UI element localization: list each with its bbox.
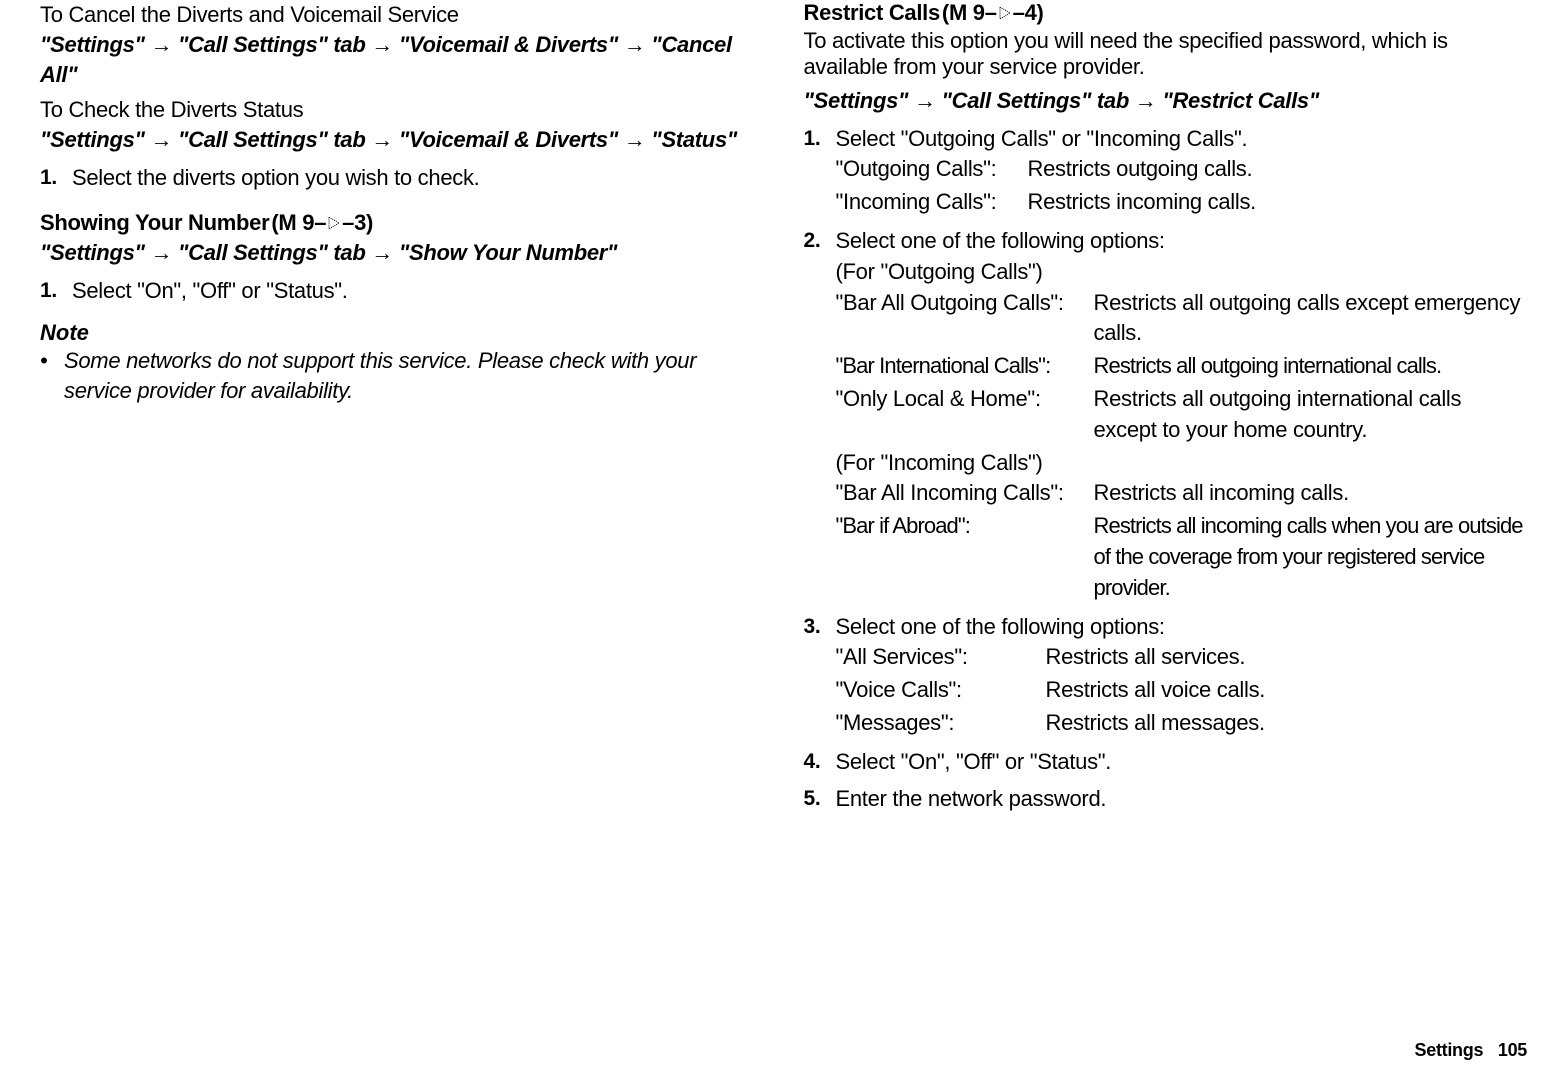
step-text: Select the diverts option you wish to ch… — [72, 163, 764, 194]
step-number: 5. — [804, 784, 836, 815]
list-item: 3. Select one of the following options: … — [804, 612, 1528, 741]
restrict-intro: To activate this option you will need th… — [804, 28, 1528, 80]
note-heading: Note — [40, 320, 764, 346]
definition-value: Restricts all incoming calls when you ar… — [1094, 511, 1528, 603]
triangle-right-icon — [328, 217, 340, 229]
definition-value: Restricts all outgoing calls except emer… — [1094, 288, 1528, 350]
definition-row: "Outgoing Calls": Restricts outgoing cal… — [836, 154, 1528, 185]
step-number: 3. — [804, 612, 836, 741]
step-text: Select "On", "Off" or "Status". — [836, 747, 1528, 778]
step-text: Enter the network password. — [836, 784, 1528, 815]
step-number: 2. — [804, 226, 836, 606]
definition-row: "Incoming Calls": Restricts incoming cal… — [836, 187, 1528, 218]
definition-label: "Outgoing Calls": — [836, 154, 1028, 185]
definition-row: "Voice Calls": Restricts all voice calls… — [836, 675, 1528, 706]
definition-row: "Only Local & Home": Restricts all outgo… — [836, 384, 1528, 446]
step-body: Select "Outgoing Calls" or "Incoming Cal… — [836, 124, 1528, 220]
step-text: Select one of the following options: — [836, 228, 1165, 253]
definition-value: Restricts all outgoing international cal… — [1094, 351, 1528, 382]
definition-row: "Messages": Restricts all messages. — [836, 708, 1528, 739]
left-column: To Cancel the Diverts and Voicemail Serv… — [40, 0, 764, 1017]
step-text: Select one of the following options: — [836, 614, 1165, 639]
definition-label: "Bar if Abroad": — [836, 511, 1094, 603]
show-number-steps: 1. Select "On", "Off" or "Status". — [40, 276, 764, 313]
restrict-heading: Restrict Calls (M 9– –4) — [804, 0, 1528, 26]
definition-value: Restricts all messages. — [1046, 708, 1528, 739]
definition-value: Restricts all services. — [1046, 642, 1528, 673]
definition-label: "Bar All Outgoing Calls": — [836, 288, 1094, 350]
definition-value: Restricts all incoming calls. — [1094, 478, 1528, 509]
option-group-label: (For "Incoming Calls") — [836, 448, 1528, 479]
option-group-label: (For "Outgoing Calls") — [836, 257, 1528, 288]
footer-section: Settings — [1415, 1040, 1484, 1060]
step-text: Select "Outgoing Calls" or "Incoming Cal… — [836, 126, 1248, 151]
list-item: 5. Enter the network password. — [804, 784, 1528, 815]
definition-label: "All Services": — [836, 642, 1046, 673]
definition-label: "Only Local & Home": — [836, 384, 1094, 446]
step-number: 1. — [804, 124, 836, 220]
cancel-diverts-path: "Settings" → "Call Settings" tab → "Voic… — [40, 30, 764, 89]
bullet-icon: • — [40, 346, 64, 405]
step-body: Select one of the following options: "Al… — [836, 612, 1528, 741]
footer-page-number: 105 — [1498, 1040, 1527, 1060]
definition-label: "Voice Calls": — [836, 675, 1046, 706]
list-item: 4. Select "On", "Off" or "Status". — [804, 747, 1528, 778]
definition-label: "Bar International Calls": — [836, 351, 1094, 382]
definition-label: "Messages": — [836, 708, 1046, 739]
show-number-heading-text: Showing Your Number — [40, 210, 269, 236]
step-body: Select one of the following options: (Fo… — [836, 226, 1528, 606]
step-text: Select "On", "Off" or "Status". — [72, 276, 764, 307]
check-status-heading: To Check the Diverts Status — [40, 97, 764, 123]
menu-code-prefix: (M 9– — [942, 0, 997, 26]
definition-value: Restricts outgoing calls. — [1028, 154, 1528, 185]
list-item: 2. Select one of the following options: … — [804, 226, 1528, 606]
note-text: Some networks do not support this servic… — [64, 346, 764, 405]
show-number-heading: Showing Your Number (M 9– –3) — [40, 210, 764, 236]
menu-code-prefix: (M 9– — [271, 210, 326, 236]
check-status-path: "Settings" → "Call Settings" tab → "Voic… — [40, 125, 764, 155]
definition-row: "All Services": Restricts all services. — [836, 642, 1528, 673]
note-body: • Some networks do not support this serv… — [40, 346, 764, 405]
right-column: Restrict Calls (M 9– –4) To activate thi… — [804, 0, 1528, 1017]
definition-row: "Bar if Abroad": Restricts all incoming … — [836, 511, 1528, 603]
cancel-diverts-heading: To Cancel the Diverts and Voicemail Serv… — [40, 2, 764, 28]
restrict-path: "Settings" → "Call Settings" tab → "Rest… — [804, 86, 1528, 116]
restrict-heading-text: Restrict Calls — [804, 0, 940, 26]
restrict-steps: 1. Select "Outgoing Calls" or "Incoming … — [804, 124, 1528, 821]
step-number: 4. — [804, 747, 836, 778]
step-number: 1. — [40, 276, 72, 307]
definition-row: "Bar All Incoming Calls": Restricts all … — [836, 478, 1528, 509]
definition-label: "Bar All Incoming Calls": — [836, 478, 1094, 509]
page-footer: Settings 105 — [1415, 1040, 1527, 1061]
list-item: 1. Select "Outgoing Calls" or "Incoming … — [804, 124, 1528, 220]
check-status-steps: 1. Select the diverts option you wish to… — [40, 163, 764, 200]
definition-value: Restricts all outgoing international cal… — [1094, 384, 1528, 446]
menu-code-suffix: –4) — [1013, 0, 1044, 26]
step-number: 1. — [40, 163, 72, 194]
definition-row: "Bar International Calls": Restricts all… — [836, 351, 1528, 382]
list-item: 1. Select the diverts option you wish to… — [40, 163, 764, 194]
definition-value: Restricts all voice calls. — [1046, 675, 1528, 706]
definition-value: Restricts incoming calls. — [1028, 187, 1528, 218]
definition-row: "Bar All Outgoing Calls": Restricts all … — [836, 288, 1528, 350]
triangle-right-icon — [999, 7, 1011, 19]
show-number-path: "Settings" → "Call Settings" tab → "Show… — [40, 238, 764, 268]
definition-label: "Incoming Calls": — [836, 187, 1028, 218]
list-item: 1. Select "On", "Off" or "Status". — [40, 276, 764, 307]
menu-code-suffix: –3) — [342, 210, 373, 236]
